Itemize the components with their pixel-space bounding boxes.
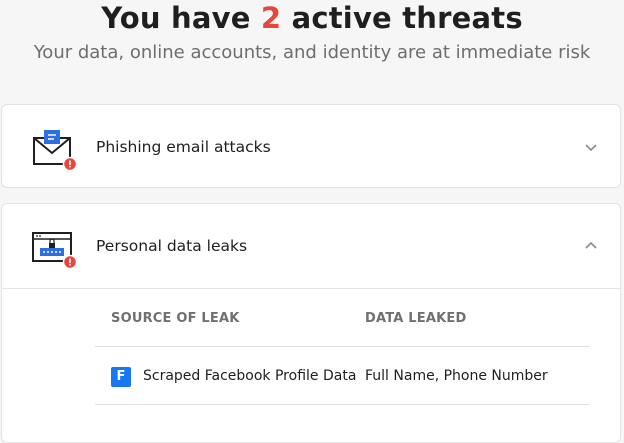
title-prefix: You have bbox=[101, 1, 251, 35]
threat-count: 2 bbox=[260, 1, 282, 35]
phishing-email-icon bbox=[33, 130, 78, 172]
threat-card-header[interactable]: Personal data leaks bbox=[2, 204, 620, 289]
threat-title: Personal data leaks bbox=[96, 237, 248, 255]
threat-card-header[interactable]: Phishing email attacks bbox=[2, 105, 620, 189]
column-header-source: SOURCE OF LEAK bbox=[111, 311, 240, 326]
chevron-up-icon[interactable] bbox=[582, 237, 600, 255]
chevron-down-icon[interactable] bbox=[582, 138, 600, 156]
leaks-table: SOURCE OF LEAK DATA LEAKED F Scraped Fac… bbox=[95, 289, 590, 405]
leak-source: Scraped Facebook Profile Data bbox=[143, 368, 357, 384]
threat-title: Phishing email attacks bbox=[96, 138, 271, 156]
table-header-row: SOURCE OF LEAK DATA LEAKED bbox=[95, 289, 590, 347]
data-leak-icon bbox=[32, 232, 78, 270]
title-suffix: active threats bbox=[291, 1, 523, 35]
page-title: You have 2 active threats bbox=[0, 0, 624, 36]
threat-card-data-leaks: Personal data leaks SOURCE OF LEAK DATA … bbox=[1, 203, 621, 443]
facebook-icon: F bbox=[111, 367, 131, 387]
threat-card-phishing: Phishing email attacks bbox=[1, 104, 621, 188]
page-subtitle: Your data, online accounts, and identity… bbox=[33, 42, 591, 63]
table-row: F Scraped Facebook Profile Data Full Nam… bbox=[95, 347, 590, 405]
leak-data: Full Name, Phone Number bbox=[365, 368, 548, 384]
column-header-data: DATA LEAKED bbox=[365, 311, 467, 326]
